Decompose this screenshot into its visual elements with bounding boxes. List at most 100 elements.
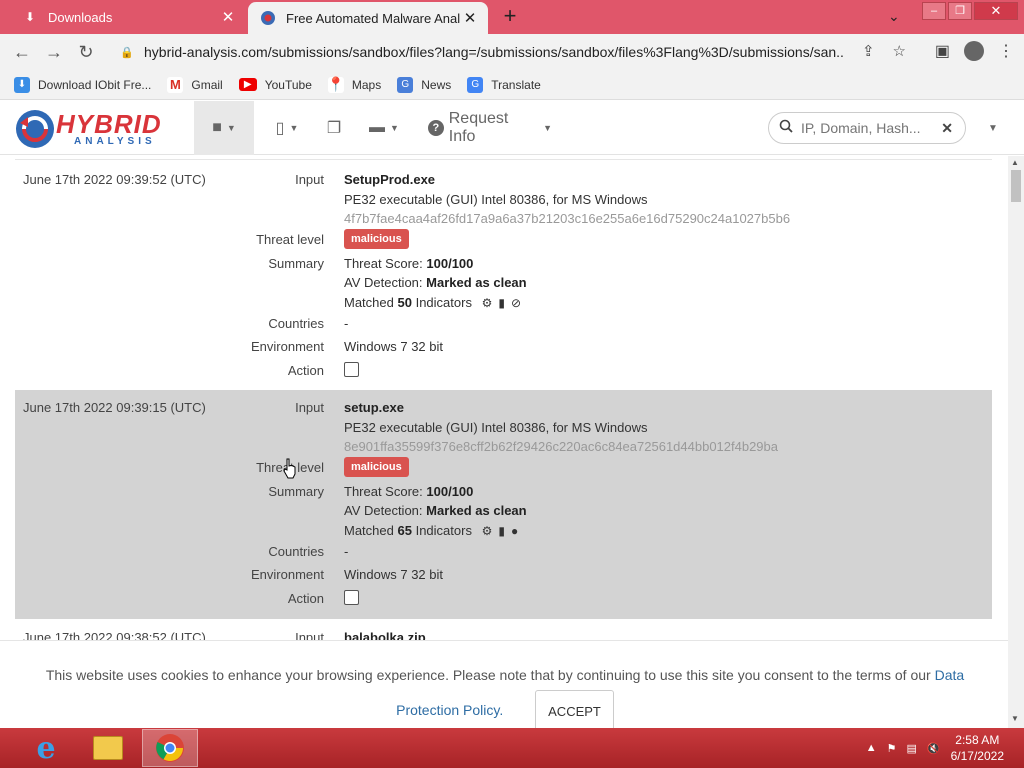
- bookmark-maps[interactable]: 📍 Maps: [327, 76, 381, 93]
- folder-icon: ▬: [369, 119, 386, 136]
- scroll-thumb[interactable]: [1011, 170, 1021, 202]
- matched-prefix: Matched: [344, 523, 394, 538]
- environment-label: Environment: [251, 567, 324, 582]
- iobit-icon: ⬇: [14, 76, 30, 93]
- av-prefix: AV Detection:: [344, 275, 423, 290]
- sandbox-menu[interactable]: ■ ▼: [194, 101, 254, 155]
- bookmark-iobit[interactable]: ⬇ Download IObit Fre...: [14, 76, 151, 93]
- bookmark-news[interactable]: G News: [397, 76, 451, 93]
- submission-filename[interactable]: setup.exe: [344, 400, 404, 415]
- hybrid-analysis-logo[interactable]: HYBRID ANALYSIS: [14, 107, 180, 151]
- bookmark-gmail[interactable]: M Gmail: [167, 76, 223, 93]
- bookmark-translate[interactable]: G Translate: [467, 76, 541, 93]
- taskbar-clock[interactable]: 2:58 AM 6/17/2022: [951, 732, 1004, 764]
- folder-menu[interactable]: ▬ ▼: [364, 101, 404, 155]
- caret-down-icon: ▼: [543, 123, 552, 133]
- eye-slash-icon: ⊘: [510, 296, 522, 310]
- cogs-icon: ⚙: [481, 524, 493, 538]
- bookmark-youtube[interactable]: ▶ YouTube: [238, 78, 312, 92]
- bookmarks-bar: ⬇ Download IObit Fre... M Gmail ▶ YouTub…: [0, 70, 1024, 100]
- clear-search-icon[interactable]: ✕: [941, 120, 953, 137]
- restore-button[interactable]: ❐: [948, 2, 972, 20]
- reload-icon[interactable]: ↻: [74, 40, 98, 64]
- submission-filetype: PE32 executable (GUI) Intel 80386, for M…: [344, 420, 648, 435]
- submission-filename[interactable]: SetupProd.exe: [344, 172, 435, 187]
- volume-muted-icon[interactable]: 🔇: [927, 742, 941, 755]
- tab-downloads[interactable]: ⬇ Downloads ✕: [8, 0, 246, 34]
- environment-value: Windows 7 32 bit: [344, 567, 443, 582]
- share-icon[interactable]: ⇪: [862, 42, 875, 60]
- environment-label: Environment: [251, 339, 324, 354]
- scroll-up-icon[interactable]: ▲: [1011, 158, 1019, 167]
- question-circle-icon: ?: [428, 120, 444, 136]
- action-center-icon[interactable]: ⚑: [887, 742, 897, 755]
- logo-sub-text: ANALYSIS: [74, 136, 156, 147]
- input-label: Input: [295, 172, 324, 187]
- close-tab-icon[interactable]: ✕: [218, 8, 238, 26]
- minimize-button[interactable]: –: [922, 2, 946, 20]
- files-button[interactable]: ❐: [318, 101, 350, 155]
- internet-explorer-button[interactable]: e: [18, 729, 74, 767]
- profile-avatar[interactable]: [964, 41, 984, 61]
- file-upload-menu[interactable]: ▯ ▼: [262, 101, 312, 155]
- copy-files-icon: ❐: [326, 120, 342, 137]
- caret-down-icon: ▼: [390, 123, 399, 133]
- indicators-suffix: Indicators: [415, 295, 472, 310]
- new-tab-button[interactable]: +: [498, 4, 522, 28]
- indicator-count: 65: [397, 523, 412, 538]
- threat-score-prefix: Threat Score:: [344, 484, 423, 499]
- submission-hash[interactable]: 8e901ffa35599f376e8cff2b62f29426c220ac6c…: [344, 439, 778, 454]
- url-field[interactable]: 🔒 hybrid-analysis.com/submissions/sandbo…: [110, 38, 916, 66]
- submission-date: June 17th 2022 09:39:15 (UTC): [23, 400, 206, 415]
- page-scrollbar[interactable]: ▲ ▼: [1008, 156, 1024, 728]
- bookmark-star-icon[interactable]: ☆: [893, 42, 906, 60]
- gmail-icon: M: [167, 76, 184, 93]
- tab-hybrid-analysis[interactable]: Free Automated Malware Analysis ✕: [248, 2, 488, 34]
- file-explorer-button[interactable]: [80, 729, 136, 767]
- show-hidden-icons-icon[interactable]: ▲: [866, 742, 877, 754]
- menu-kebab-icon[interactable]: ⋮: [998, 41, 1014, 61]
- lock-icon: 🔒: [120, 46, 134, 59]
- threat-score-value: 100/100: [426, 484, 474, 499]
- action-checkbox[interactable]: [344, 590, 359, 605]
- summary-label: Summary: [268, 256, 324, 271]
- submission-hash[interactable]: 4f7b7fae4caa4af26fd17a9a6a37b21203c16e25…: [344, 211, 790, 226]
- file-upload-icon: ▯: [275, 120, 285, 137]
- countries-label: Countries: [268, 316, 324, 331]
- submission-date: June 17th 2022 09:39:52 (UTC): [23, 172, 206, 187]
- submission-row: June 17th 2022 09:39:52 (UTC) Input Setu…: [15, 162, 992, 390]
- av-detection-value: Marked as clean: [426, 275, 527, 290]
- search-box: ✕: [768, 112, 966, 144]
- side-panel-icon[interactable]: ▣: [935, 41, 950, 61]
- action-label: Action: [287, 591, 324, 606]
- search-input[interactable]: [801, 120, 931, 136]
- network-icon[interactable]: ▤: [907, 742, 917, 755]
- file-icon: ▮: [498, 296, 505, 310]
- request-info-menu[interactable]: ? Request Info ▼: [428, 101, 552, 155]
- action-checkbox[interactable]: [344, 362, 359, 377]
- youtube-icon: ▶: [238, 78, 257, 91]
- chevron-down-icon[interactable]: ⌄: [888, 8, 900, 25]
- threat-score: Threat Score: 100/100: [344, 256, 473, 271]
- forward-arrow-icon[interactable]: →: [42, 40, 66, 64]
- close-window-button[interactable]: ✕: [974, 2, 1018, 20]
- close-tab-icon[interactable]: ✕: [460, 9, 480, 27]
- back-arrow-icon[interactable]: ←: [10, 40, 34, 64]
- news-icon: G: [397, 76, 414, 93]
- internet-explorer-icon: e: [36, 730, 56, 766]
- threat-score-value: 100/100: [426, 256, 474, 271]
- threat-score-prefix: Threat Score:: [344, 256, 423, 271]
- tab-title: Downloads: [48, 9, 113, 25]
- clock-time: 2:58 AM: [955, 733, 1000, 747]
- scroll-down-icon[interactable]: ▼: [1011, 714, 1019, 723]
- av-detection-value: Marked as clean: [426, 503, 527, 518]
- submission-row: June 17th 2022 09:39:15 (UTC) Input setu…: [15, 390, 992, 619]
- indicator-count: 50: [397, 295, 412, 310]
- accept-cookies-button[interactable]: ACCEPT: [535, 690, 614, 733]
- mouse-pointer-icon: [283, 458, 296, 479]
- input-label: Input: [295, 400, 324, 415]
- malicious-badge: malicious: [344, 229, 409, 249]
- chrome-taskbar-button[interactable]: [142, 729, 198, 767]
- caret-down-icon[interactable]: ▼: [988, 123, 998, 134]
- countries-label: Countries: [268, 544, 324, 559]
